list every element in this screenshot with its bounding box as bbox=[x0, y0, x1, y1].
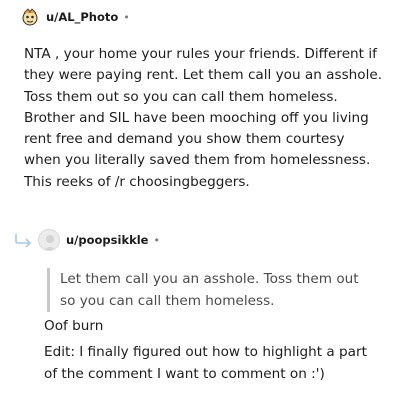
reply-paragraph: Edit: I finally figured out how to highl… bbox=[44, 344, 367, 382]
separator-dot: • bbox=[123, 10, 130, 24]
reply-arrow-icon bbox=[14, 232, 34, 248]
comment-username[interactable]: u/AL_Photo bbox=[46, 10, 118, 24]
default-avatar-icon[interactable] bbox=[38, 229, 60, 251]
quoted-text: Let them call you an asshole. Toss them … bbox=[47, 268, 377, 312]
separator-dot: • bbox=[153, 233, 160, 247]
snoo-avatar-icon[interactable] bbox=[20, 7, 40, 27]
reply-header: u/poopsikkle • bbox=[38, 229, 160, 251]
comment-header: u/AL_Photo • bbox=[20, 7, 130, 27]
reply-paragraph: Oof burn bbox=[44, 318, 104, 334]
reply-username[interactable]: u/poopsikkle bbox=[66, 233, 148, 247]
comment-body: NTA , your home your rules your friends.… bbox=[24, 46, 383, 190]
